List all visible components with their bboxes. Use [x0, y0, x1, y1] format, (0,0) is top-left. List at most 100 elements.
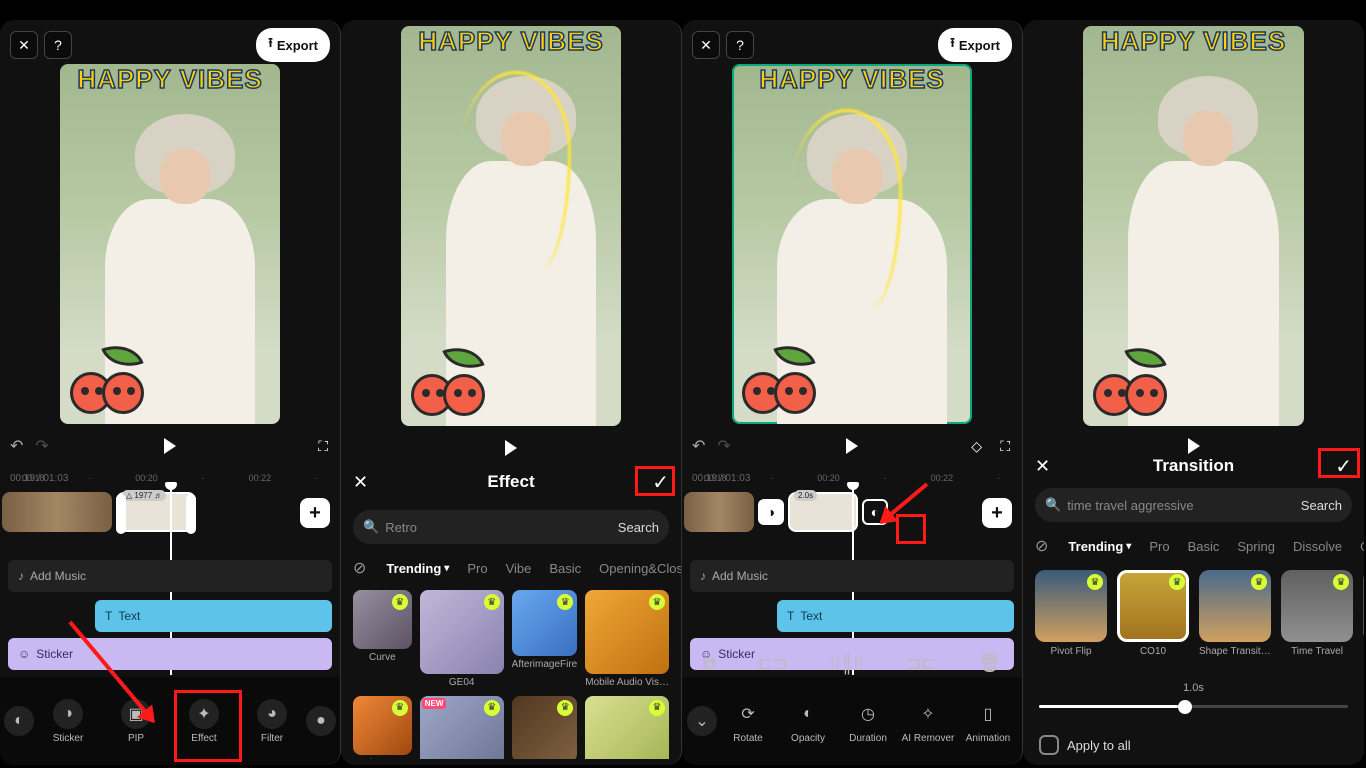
no-filter-icon[interactable]: ⊘	[1035, 536, 1048, 556]
fullscreen-icon[interactable]: ⛶	[318, 438, 328, 455]
no-filter-icon[interactable]: ⊘	[353, 558, 366, 578]
tool-rotate[interactable]: ⟳ Rotate	[719, 699, 777, 744]
add-clip-button[interactable]: +	[982, 498, 1012, 528]
confirm-icon[interactable]: ✓	[652, 470, 669, 495]
play-button[interactable]	[846, 438, 858, 454]
tab-opening[interactable]: Opening&Closing	[599, 561, 681, 576]
effect-item[interactable]: NEW♛ Fashion Packagi…	[420, 696, 504, 759]
tab-pro[interactable]: Pro	[467, 561, 487, 576]
crown-icon: ♛	[649, 594, 665, 610]
undo-icon[interactable]: ↶	[692, 436, 705, 456]
crown-icon: ♛	[484, 594, 500, 610]
panel-effect-drawer: HAPPY VIBES ✕ Effect ✓ 🔍 Retro Search ⊘ …	[341, 20, 682, 765]
crop-icon[interactable]: ◇	[971, 438, 982, 455]
help-icon[interactable]: ?	[44, 31, 72, 59]
apply-to-all[interactable]: Apply to all	[1039, 735, 1348, 755]
tab-trending[interactable]: Trending▾	[1068, 539, 1131, 554]
tool-ai-remover[interactable]: ✧ AI Remover	[899, 699, 957, 744]
search-input[interactable]: time travel aggressive	[1067, 498, 1193, 513]
tab-glitch[interactable]: Glit	[1360, 539, 1364, 554]
trim-left-icon[interactable]: ⊏⊐	[758, 653, 788, 674]
search-go[interactable]: Search	[618, 520, 659, 535]
timeline[interactable]: ◑ 2.0s ◐	[682, 490, 972, 534]
tool-opacity[interactable]: ◐ Opacity	[779, 699, 837, 744]
tab-basic[interactable]: Basic	[1188, 539, 1220, 554]
tool-pip[interactable]: ▣ PIP	[107, 699, 165, 744]
redo-icon[interactable]: ↷	[717, 436, 730, 456]
effect-item[interactable]: ♛ Mobile Audio Vis…	[585, 590, 669, 688]
effect-item[interactable]: ♛ SM04	[585, 696, 669, 759]
duration-slider[interactable]	[1039, 700, 1348, 714]
transition-node[interactable]: ◑	[758, 499, 784, 525]
search-input[interactable]: Retro	[385, 520, 417, 535]
tab-dissolve[interactable]: Dissolve	[1293, 539, 1342, 554]
transition-item[interactable]: ♛ Time Travel	[1281, 570, 1353, 680]
video-preview[interactable]: HAPPY VIBES	[60, 64, 280, 424]
close-icon[interactable]: ✕	[1035, 456, 1050, 477]
collapse-button[interactable]: ⌄	[687, 706, 717, 736]
effect-item[interactable]: ♛ GE02	[512, 696, 578, 759]
clip-selected[interactable]: △ 1977 ♬	[116, 492, 196, 532]
clip-prev[interactable]	[2, 492, 112, 532]
crown-icon: ♛	[392, 700, 408, 716]
undo-icon[interactable]: ↶	[10, 436, 23, 456]
export-button[interactable]: ⭱ Export	[256, 28, 330, 62]
copy-icon[interactable]: ⧉	[703, 653, 716, 674]
transition-item[interactable]: ♛ CO10	[1117, 570, 1189, 680]
tab-vibe[interactable]: Vibe	[506, 561, 532, 576]
bottom-toolbar: ◐ ◑ Sticker ▣ PIP ✦ Effect ◕ Filter ●	[0, 677, 340, 765]
close-icon[interactable]: ✕	[353, 472, 368, 493]
text-track[interactable]: T Text	[95, 600, 332, 632]
export-button[interactable]: ⭱ Export	[938, 28, 1012, 62]
tool-effect[interactable]: ✦ Effect	[175, 699, 233, 744]
play-button[interactable]	[505, 440, 517, 456]
transition-item[interactable]	[1363, 570, 1364, 680]
clip-prev[interactable]	[684, 492, 754, 532]
confirm-icon[interactable]: ✓	[1335, 454, 1352, 479]
search-go[interactable]: Search	[1301, 498, 1342, 513]
effect-item[interactable]: ♛ Chaos01	[353, 696, 412, 759]
transition-item[interactable]: ♛ Pivot Flip	[1035, 570, 1107, 680]
add-music-track[interactable]: ♪ Add Music	[690, 560, 1014, 592]
effect-search[interactable]: 🔍 Retro Search	[353, 510, 669, 544]
help-icon[interactable]: ?	[726, 31, 754, 59]
fullscreen-icon[interactable]: ⛶	[1000, 438, 1010, 455]
effect-item[interactable]: ♛ GE04	[420, 590, 504, 688]
duration-label: 1.0s	[1023, 682, 1364, 694]
effect-item[interactable]: ♛ AfterimageFire	[512, 590, 578, 688]
close-icon[interactable]: ✕	[10, 31, 38, 59]
tool-prev[interactable]: ◐	[9, 706, 29, 736]
sticker-track[interactable]: ☺ Sticker	[8, 638, 332, 670]
tool-sticker[interactable]: ◑ Sticker	[39, 699, 97, 744]
video-preview[interactable]: HAPPY VIBES	[732, 64, 972, 424]
tab-spring[interactable]: Spring	[1237, 539, 1275, 554]
tool-next[interactable]: ●	[311, 706, 331, 736]
checkbox-icon[interactable]	[1039, 735, 1059, 755]
effect-item[interactable]: ♛ Curve	[353, 590, 412, 688]
transition-search[interactable]: 🔍 time travel aggressive Search	[1035, 488, 1352, 522]
play-button[interactable]	[164, 438, 176, 454]
transition-title: Transition	[1153, 456, 1234, 476]
tab-trending[interactable]: Trending▾	[386, 561, 449, 576]
tool-filter[interactable]: ◕ Filter	[243, 699, 301, 744]
redo-icon[interactable]: ↷	[35, 436, 48, 456]
timeline[interactable]: △ 1977 ♬	[0, 490, 290, 534]
effect-tabs: ⊘ Trending▾ Pro Vibe Basic Opening&Closi…	[353, 552, 681, 584]
close-icon[interactable]: ✕	[692, 31, 720, 59]
tab-pro[interactable]: Pro	[1149, 539, 1169, 554]
tool-duration[interactable]: ◷ Duration	[839, 699, 897, 744]
tab-basic[interactable]: Basic	[549, 561, 581, 576]
text-track[interactable]: T Text	[777, 600, 1014, 632]
clip-handle-right[interactable]	[186, 494, 196, 534]
transition-item[interactable]: ♛ Shape Transiti…	[1199, 570, 1271, 680]
tool-animation[interactable]: ▯ Animation	[959, 699, 1017, 744]
trim-right-icon[interactable]: ⊐⊏	[906, 653, 936, 674]
clip-selected[interactable]: 2.0s	[788, 492, 858, 532]
delete-icon[interactable]: 🗑	[978, 653, 1001, 674]
split-icon[interactable]: ⌷║⌷	[830, 653, 864, 674]
transition-node-active[interactable]: ◐	[862, 499, 888, 525]
crown-icon: ♛	[1169, 574, 1185, 590]
add-clip-button[interactable]: +	[300, 498, 330, 528]
add-music-track[interactable]: ♪ Add Music	[8, 560, 332, 592]
clip-handle-left[interactable]	[116, 494, 126, 534]
